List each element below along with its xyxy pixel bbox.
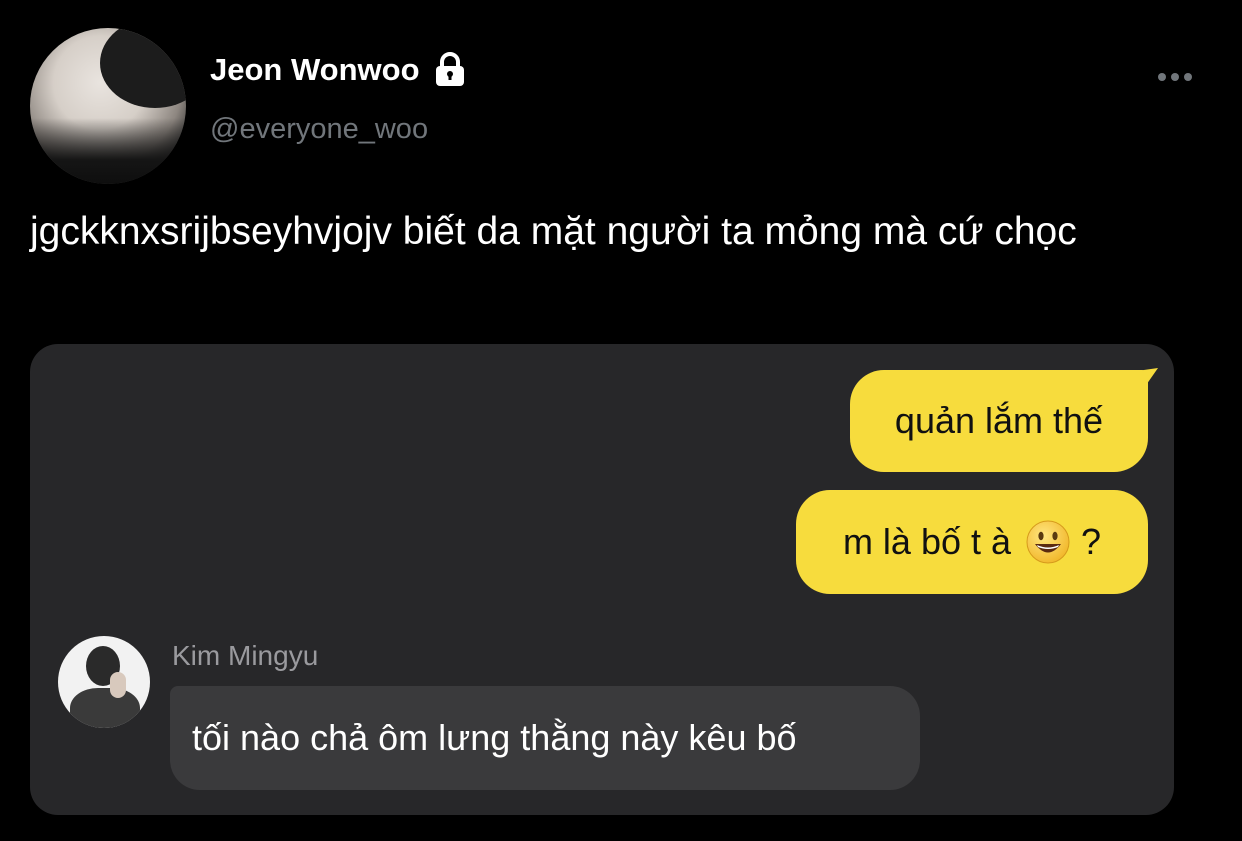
author-name-text: Jeon Wonwoo <box>210 52 420 87</box>
my-message-bubble: m là bố t à ? <box>796 490 1148 594</box>
author-handle[interactable]: @everyone_woo <box>210 113 428 146</box>
my-message-text: m là bố t à <box>842 521 1012 562</box>
grinning-face-emoji <box>1025 519 1071 565</box>
more-options-icon[interactable] <box>1158 66 1202 88</box>
tweet-media-chat-screenshot[interactable]: quản lắm thế m là bố t à ? Kim Mingyu tố… <box>30 344 1174 815</box>
author-display-name[interactable]: Jeon Wonwoo <box>210 50 470 90</box>
lock-icon <box>430 50 470 90</box>
friend-message-bubble: tối nào chả ôm lưng thằng này kêu bố <box>170 686 920 790</box>
author-avatar[interactable] <box>30 28 186 184</box>
my-message-text-suffix: ? <box>1081 521 1102 562</box>
friend-avatar[interactable] <box>58 636 150 728</box>
my-message-text: quản lắm thế <box>894 400 1104 441</box>
friend-message-text: tối nào chả ôm lưng thằng này kêu bố <box>192 717 797 758</box>
tweet-text: jgckknxsrijbseyhvjojv biết da mặt người … <box>30 210 1077 253</box>
my-message-bubble: quản lắm thế <box>850 370 1148 472</box>
friend-name: Kim Mingyu <box>172 640 319 671</box>
